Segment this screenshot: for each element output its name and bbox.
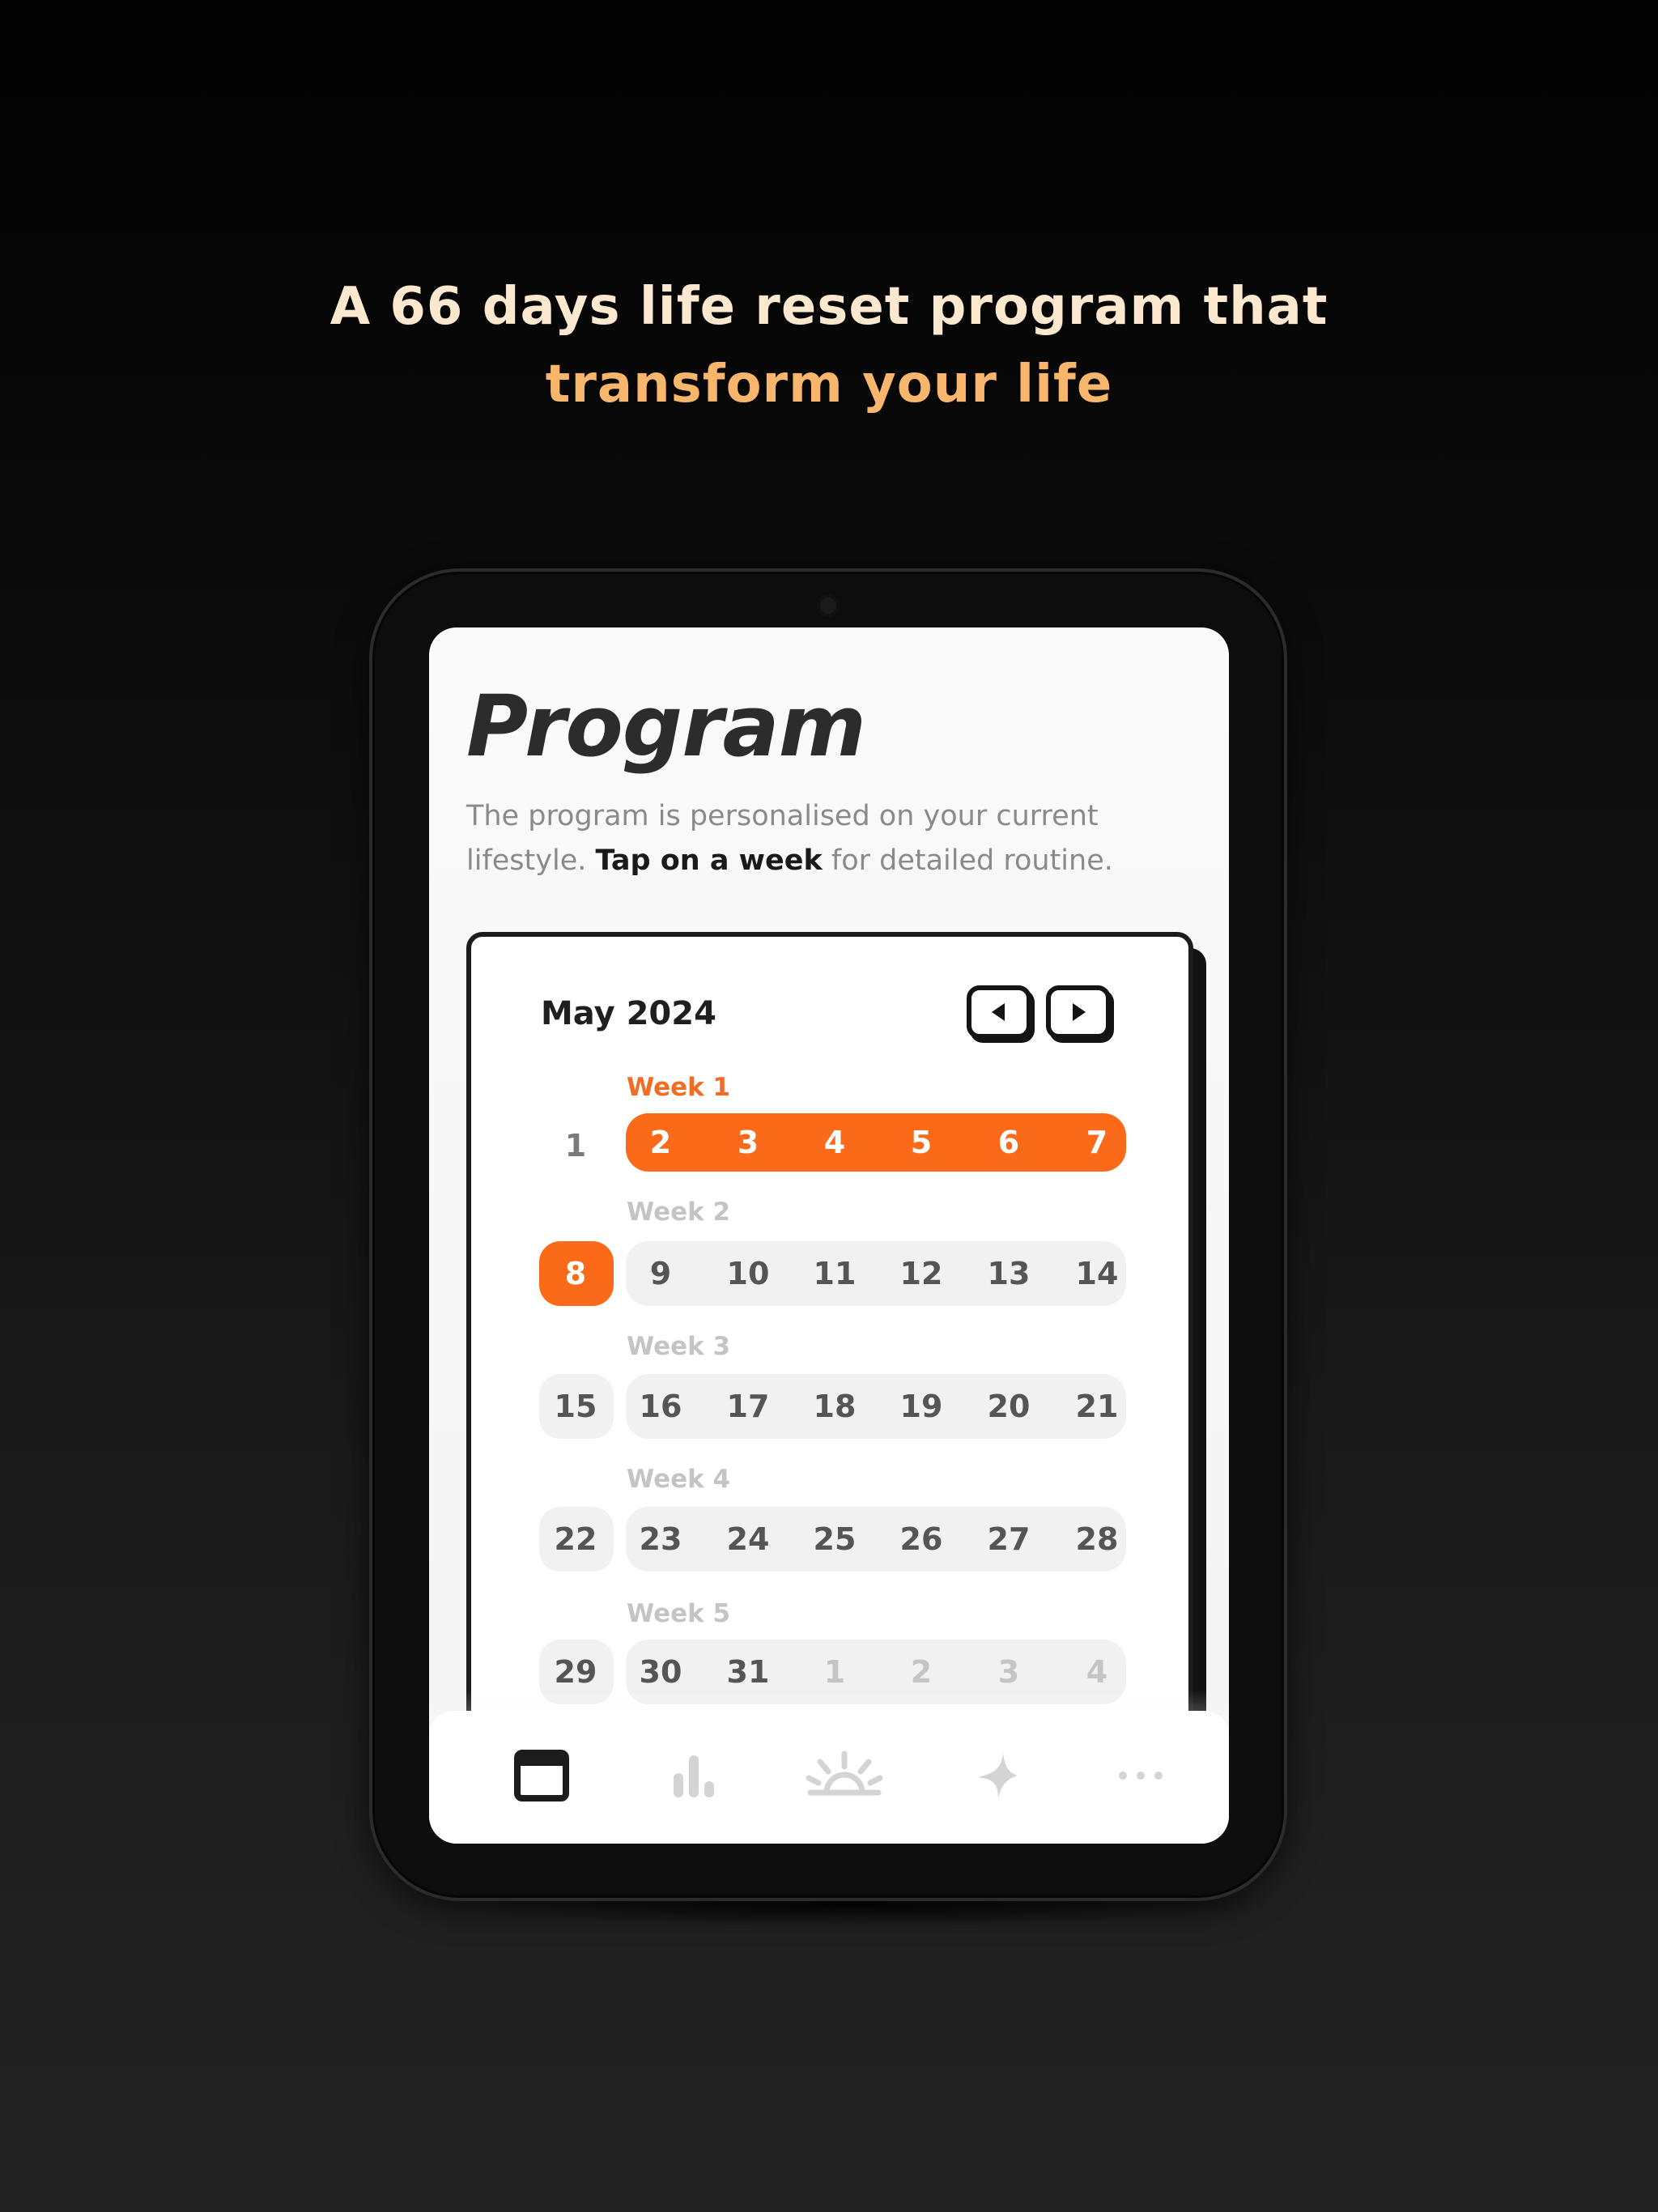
day-number: 23 [639,1521,682,1557]
week-5-label: Week 5 [627,1599,731,1628]
week-2-label: Week 2 [627,1197,731,1227]
description-text-end: for detailed routine. [822,844,1113,877]
day-number: 6 [997,1125,1020,1160]
calendar-window-icon [514,1750,569,1802]
previous-month-button[interactable] [967,985,1031,1039]
day-number: 11 [813,1256,857,1291]
day-number: 25 [813,1521,857,1557]
sparkle-icon [977,1753,1018,1798]
bottom-tab-bar [429,1711,1229,1844]
bar-chart-icon [674,1755,714,1797]
triangle-left-icon [992,1003,1005,1021]
day-number: 3 [737,1125,759,1160]
day-number: 17 [726,1389,770,1424]
day-cell-22[interactable]: 22 [539,1507,614,1572]
day-number: 4 [823,1125,846,1160]
day-number: 1 [564,1128,587,1163]
day-number: 10 [726,1256,770,1291]
day-number: 5 [910,1125,933,1160]
more-dots-icon [1119,1772,1163,1780]
day-number: 20 [987,1389,1031,1424]
week-4-label: Week 4 [627,1465,731,1494]
day-cell-15[interactable]: 15 [539,1374,614,1439]
day-number: 9 [649,1256,672,1291]
day-number: 26 [899,1521,943,1557]
day-number: 28 [1075,1521,1119,1557]
calendar-month-title: May 2024 [541,995,716,1032]
day-number: 24 [726,1521,770,1557]
week-3-label: Week 3 [627,1332,731,1361]
day-number: 22 [554,1521,597,1557]
week-3-row[interactable]: 16 17 18 19 20 21 [626,1374,1126,1439]
day-number: 2 [649,1125,672,1160]
next-month-button[interactable] [1046,985,1111,1039]
day-number: 8 [564,1256,587,1291]
tab-ai[interactable] [960,1743,1033,1808]
tab-routine[interactable] [800,1743,889,1808]
week-2-row[interactable]: 9 10 11 12 13 14 [626,1241,1126,1306]
tab-program[interactable] [505,1743,578,1808]
app-screen: Program The program is personalised on y… [429,627,1229,1844]
headline-line-1: A 66 days life reset program that [329,277,1329,337]
day-number: 14 [1075,1256,1119,1291]
week-1-row[interactable]: 2 3 4 5 6 7 [626,1113,1126,1172]
week-1-label: Week 1 [627,1073,731,1102]
day-number: 12 [899,1256,943,1291]
day-number: 13 [987,1256,1031,1291]
tab-more[interactable] [1104,1743,1177,1808]
page-description: The program is personalised on your curr… [466,794,1211,883]
tab-stats[interactable] [657,1743,730,1808]
front-camera [817,594,840,617]
day-number: 27 [987,1521,1031,1557]
week-4-row[interactable]: 23 24 25 26 27 28 [626,1507,1126,1572]
sunrise-icon [806,1750,883,1796]
day-number: 21 [1075,1389,1119,1424]
day-number: 7 [1086,1125,1108,1160]
day-number: 19 [899,1389,943,1424]
headline-line-2: transform your life [545,355,1113,415]
page-title: Program [466,677,866,776]
day-number: 15 [554,1389,597,1424]
description-highlight: Tap on a week [595,844,823,877]
triangle-right-icon [1073,1003,1086,1021]
day-cell-8-today[interactable]: 8 [539,1241,614,1306]
day-cell-1[interactable]: 1 [539,1113,614,1178]
day-number: 18 [813,1389,857,1424]
day-number: 16 [639,1389,682,1424]
